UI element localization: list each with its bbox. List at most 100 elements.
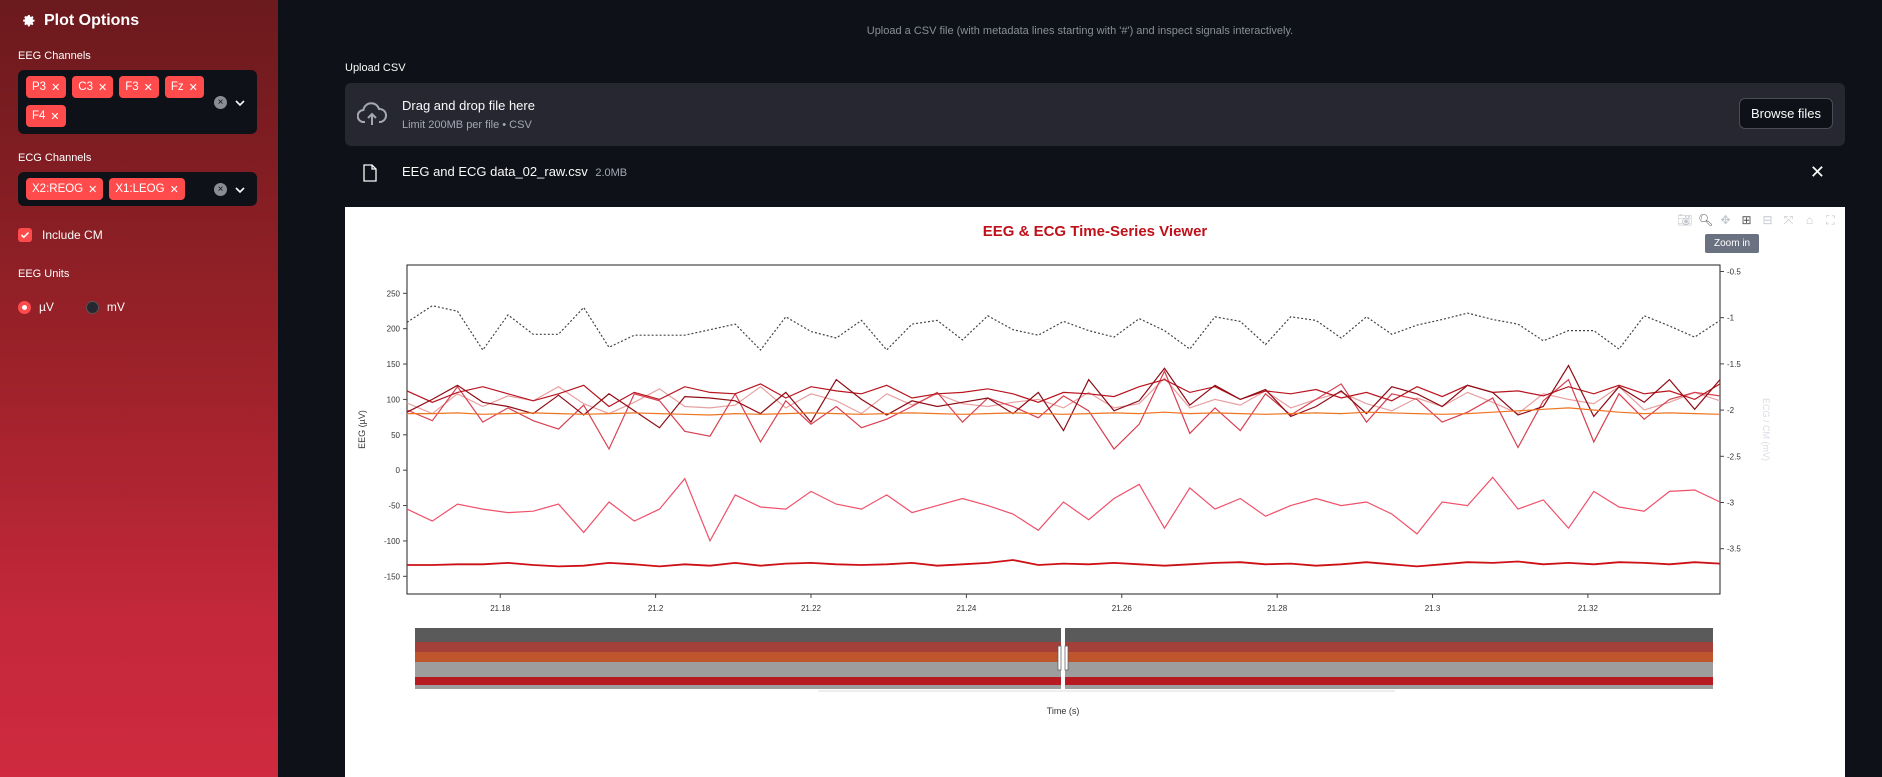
y-tick-label: -100 (384, 537, 401, 546)
radio-mv-label: mV (106, 300, 125, 314)
sidebar-title-text: Plot Options (44, 12, 140, 29)
range-slider-handle-left (1057, 645, 1062, 671)
range-slider-handle-right (1064, 645, 1069, 671)
y-tick-label: 100 (387, 395, 401, 404)
radio-mv[interactable] (85, 300, 99, 314)
eeg-tag[interactable]: C3 ✕ (72, 76, 114, 98)
y-tick-label: 50 (391, 431, 400, 440)
include-cm-checkbox[interactable]: Include CM (18, 228, 103, 242)
upload-csv-label: Upload CSV (345, 62, 406, 74)
ecg-channels-label: ECG Channels (18, 152, 92, 164)
clear-icon[interactable]: × (214, 96, 227, 109)
y-tick-label: 0 (396, 466, 401, 475)
file-name: EEG and ECG data_02_raw.csv 2.0MB (402, 164, 627, 179)
ecg-tag[interactable]: X1:LEOG ✕ (109, 178, 185, 200)
file-icon (363, 164, 377, 182)
y-tick-label: -150 (384, 572, 401, 581)
close-icon[interactable]: ✕ (98, 81, 107, 94)
range-slider-window (1061, 626, 1065, 691)
eeg-tag[interactable]: P3 ✕ (26, 76, 67, 98)
dropzone-instructions: Drag and drop file here (402, 98, 535, 113)
clear-icon[interactable]: × (214, 183, 227, 196)
eeg-channels-multiselect[interactable]: P3 ✕ C3 ✕ F3 ✕ Fz ✕ F4 ✕ × (18, 70, 257, 134)
home-icon[interactable]: ⌂ (1803, 214, 1816, 227)
browse-files-button[interactable]: Browse files (1739, 98, 1833, 129)
dropzone-limit: Limit 200MB per file • CSV (402, 119, 532, 131)
y2-tick-label: -2 (1727, 406, 1735, 415)
chart-svg[interactable]: EEG & ECG Time-Series Viewer-150-100-500… (345, 207, 1845, 777)
eeg-channels-label: EEG Channels (18, 50, 91, 62)
x-tick-label: 21.3 (1425, 604, 1441, 613)
x-axis-label: Time (s) (1047, 706, 1080, 716)
eeg-tag-label: F4 (32, 110, 46, 122)
y-tick-label: 200 (387, 325, 401, 334)
checkbox-checked-icon[interactable] (18, 228, 32, 242)
sidebar-title: Plot Options (20, 12, 139, 30)
plot-modebar: 📷︎ 🔍︎ ✥ ⊞ ⊟ ⤧ ⌂ ⛶ (1677, 214, 1837, 227)
close-icon[interactable]: ✕ (50, 110, 59, 123)
ecg-tag-label: X2:REOG (32, 183, 84, 195)
eeg-tag-label: F3 (125, 81, 139, 93)
radio-uv[interactable] (18, 300, 31, 314)
x-tick-label: 21.2 (648, 604, 664, 613)
eeg-tag[interactable]: F3 ✕ (119, 76, 159, 98)
camera-icon[interactable]: 📷︎ (1677, 214, 1692, 227)
x-tick-label: 21.18 (490, 604, 511, 613)
x-tick-label: 21.22 (801, 604, 822, 613)
eeg-tag[interactable]: F4 ✕ (26, 105, 66, 127)
y2-tick-label: -3 (1727, 499, 1735, 508)
radio-uv-label: µV (39, 300, 54, 314)
sidebar: Plot Options EEG Channels P3 ✕ C3 ✕ F3 ✕ Fz ✕ F4… (0, 0, 278, 777)
zoom-in-icon[interactable]: ⊞ (1740, 214, 1753, 227)
close-icon[interactable]: ✕ (170, 183, 179, 196)
chart-title: EEG & ECG Time-Series Viewer (983, 223, 1208, 240)
y2-tick-label: -1 (1727, 314, 1735, 323)
zoom-in-tooltip: Zoom in (1705, 234, 1760, 253)
eeg-tag-list: P3 ✕ C3 ✕ F3 ✕ Fz ✕ F4 ✕ (26, 76, 211, 127)
cloud-upload-icon (357, 102, 387, 125)
uploaded-file-row: EEG and ECG data_02_raw.csv 2.0MB ✕ (345, 152, 1845, 192)
page-subtitle: Upload a CSV file (with metadata lines s… (866, 25, 1294, 37)
eeg-units-label: EEG Units (18, 268, 70, 280)
eeg-tag-label: P3 (32, 81, 47, 93)
x-tick-label: 21.24 (956, 604, 977, 613)
series-line-4 (406, 364, 1721, 432)
eeg-tag-label: C3 (78, 81, 93, 93)
ecg-channels-multiselect[interactable]: X2:REOG ✕ X1:LEOG ✕ × (18, 172, 257, 206)
x-tick-label: 21.28 (1267, 604, 1288, 613)
chevron-down-icon[interactable] (235, 98, 245, 108)
y2-tick-label: -0.5 (1727, 267, 1741, 276)
ecg-tag[interactable]: X2:REOG ✕ (26, 178, 104, 200)
zoom-out-icon[interactable]: ⊟ (1761, 214, 1774, 227)
eeg-units-radio-group: µV mV (18, 300, 125, 314)
plotly-chart[interactable]: EEG & ECG Time-Series Viewer -150 -100 -50 0… (345, 207, 1845, 777)
y-tick-label: 150 (387, 360, 401, 369)
close-icon[interactable]: ✕ (51, 81, 60, 94)
x-tick-label: 21.32 (1578, 604, 1599, 613)
x-tick-label: 21.26 (1112, 604, 1133, 613)
close-icon[interactable]: ✕ (144, 81, 153, 94)
series-line-6 (406, 476, 1721, 543)
ecg-tag-list: X2:REOG ✕ X1:LEOG ✕ (26, 178, 211, 200)
file-name-text: EEG and ECG data_02_raw.csv (402, 164, 588, 179)
y-tick-label: -50 (388, 502, 400, 511)
ecg-tag-label: X1:LEOG (115, 183, 165, 195)
y2-tick-label: -1.5 (1727, 360, 1741, 369)
y2-tick-label: -2.5 (1727, 452, 1741, 461)
pan-icon[interactable]: ✥ (1719, 214, 1732, 227)
y-tick-label: 250 (387, 289, 401, 298)
fullscreen-icon[interactable]: ⛶ (1824, 214, 1837, 227)
series-line-0 (406, 305, 1721, 352)
include-cm-label: Include CM (42, 228, 103, 242)
file-dropzone[interactable]: Drag and drop file here Limit 200MB per … (345, 83, 1845, 146)
file-size: 2.0MB (595, 167, 628, 179)
autoscale-icon[interactable]: ⤧ (1782, 214, 1795, 227)
close-icon[interactable]: ✕ (88, 183, 97, 196)
chevron-down-icon[interactable] (235, 185, 245, 195)
eeg-tag[interactable]: Fz ✕ (164, 76, 204, 98)
remove-file-button[interactable]: ✕ (1810, 162, 1825, 183)
close-icon[interactable]: ✕ (189, 81, 198, 94)
series-line-7 (407, 559, 1721, 568)
zoom-icon[interactable]: 🔍︎ (1698, 214, 1713, 227)
y2-tick-label: -3.5 (1727, 545, 1741, 554)
